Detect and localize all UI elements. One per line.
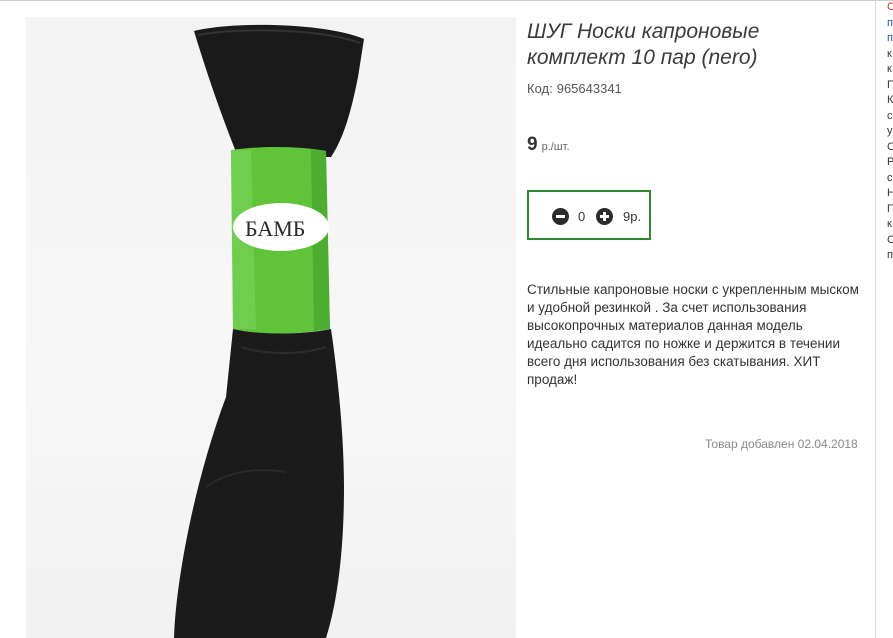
code-value: 965643341 xyxy=(556,81,622,96)
plus-icon[interactable] xyxy=(596,208,613,225)
product-description: Стильные капроновые носки с укрепленным … xyxy=(527,282,859,387)
price-value: 9 xyxy=(527,134,538,155)
price-unit: р./шт. xyxy=(541,141,570,153)
sidebar-letter: с xyxy=(887,109,893,122)
sidebar-letter: к xyxy=(887,63,892,75)
product-image[interactable]: БАМБ xyxy=(26,17,516,638)
sidebar-letter: С xyxy=(887,233,893,246)
quantity-total: 9р. xyxy=(623,209,642,224)
quantity-stepper: 0 9р. xyxy=(527,190,651,240)
sidebar-letter: п xyxy=(887,249,893,261)
sidebar-letter[interactable]: п xyxy=(887,31,893,47)
top-divider xyxy=(0,0,893,1)
sidebar-letter: с xyxy=(887,171,893,184)
sidebar-letter: к xyxy=(887,47,892,60)
added-date: Товар добавлен 02.04.2018 xyxy=(705,437,858,451)
sidebar-letter: С xyxy=(887,140,893,153)
sidebar-letter: Н xyxy=(887,187,893,199)
sidebar-letter: П xyxy=(887,78,893,91)
product-photo-graphic: БАМБ xyxy=(174,24,364,638)
sidebar-letter[interactable]: п xyxy=(887,16,893,32)
sidebar-letter: П xyxy=(887,202,893,215)
product-title: ШУГ Носки капроновые комплект 10 пар (ne… xyxy=(527,20,760,69)
sidebar-letter: К xyxy=(887,94,893,106)
sidebar-letter: у xyxy=(887,125,893,137)
band-label: БАМБ xyxy=(245,216,305,241)
minus-icon[interactable] xyxy=(552,208,569,225)
code-label: Код: xyxy=(527,81,553,96)
sidebar-divider xyxy=(875,0,876,638)
sidebar-letter: к xyxy=(887,218,892,230)
product-code: Код: 965643341 xyxy=(527,81,622,96)
sidebar-cutoff: С п п к к П К с у С Р с Н П к С п xyxy=(887,0,893,264)
sidebar-letter: Р xyxy=(887,156,893,168)
quantity-value[interactable]: 0 xyxy=(578,209,585,224)
product-price: 9 р./шт. xyxy=(527,134,570,156)
sidebar-letter[interactable]: С xyxy=(887,0,893,16)
